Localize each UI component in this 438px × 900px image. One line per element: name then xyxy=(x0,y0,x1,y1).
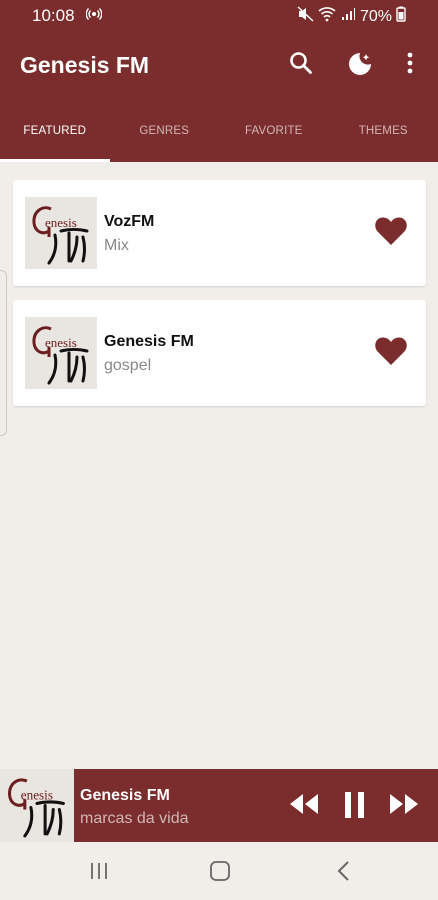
station-card[interactable]: enesis Genesis FM gospel xyxy=(13,300,426,406)
status-bar: 10:08 70% xyxy=(0,0,438,32)
station-card[interactable]: enesis VozFM Mix xyxy=(13,180,426,286)
station-name: Genesis FM xyxy=(104,333,194,350)
svg-text:enesis: enesis xyxy=(45,215,77,230)
home-icon[interactable] xyxy=(209,860,231,887)
mini-player[interactable]: enesis Genesis FM marcas da vida xyxy=(0,769,438,842)
favorite-heart-icon[interactable] xyxy=(374,335,408,367)
more-options-icon[interactable] xyxy=(397,50,425,78)
tab-featured[interactable]: FEATURED xyxy=(0,99,110,162)
drawer-handle[interactable] xyxy=(0,270,7,436)
signal-icon xyxy=(340,6,356,27)
app-bar: Genesis FM xyxy=(0,32,438,99)
rewind-icon[interactable] xyxy=(288,791,320,822)
player-track-title: marcas da vida xyxy=(80,810,189,827)
search-icon[interactable] xyxy=(288,50,316,78)
station-name: VozFM xyxy=(104,213,155,230)
wifi-icon xyxy=(318,6,336,27)
tab-bar: FEATURED GENRES FAVORITE THEMES xyxy=(0,99,438,162)
battery-percent: 70% xyxy=(359,7,392,25)
tab-favorite[interactable]: FAVORITE xyxy=(219,99,329,162)
battery-icon xyxy=(396,6,406,27)
fast-forward-icon[interactable] xyxy=(388,791,420,822)
night-mode-icon[interactable] xyxy=(346,50,374,78)
station-logo: enesis xyxy=(25,197,97,269)
player-station-name: Genesis FM xyxy=(80,787,170,804)
station-logo: enesis xyxy=(25,317,97,389)
pause-icon[interactable] xyxy=(342,791,368,824)
status-icons: 70% xyxy=(297,6,406,27)
app-title: Genesis FM xyxy=(20,52,150,78)
station-genre: gospel xyxy=(104,357,152,374)
recent-apps-icon[interactable] xyxy=(88,860,110,887)
tab-genres[interactable]: GENRES xyxy=(110,99,220,162)
broadcast-icon xyxy=(85,6,103,27)
favorite-heart-icon[interactable] xyxy=(374,215,408,247)
player-logo: enesis xyxy=(0,769,74,842)
mute-icon xyxy=(297,6,314,27)
tab-themes[interactable]: THEMES xyxy=(329,99,438,162)
back-icon[interactable] xyxy=(334,860,354,887)
svg-text:enesis: enesis xyxy=(45,335,77,350)
station-genre: Mix xyxy=(104,237,129,254)
svg-text:enesis: enesis xyxy=(21,787,53,802)
system-nav-bar xyxy=(0,842,438,900)
status-time: 10:08 xyxy=(32,6,75,25)
